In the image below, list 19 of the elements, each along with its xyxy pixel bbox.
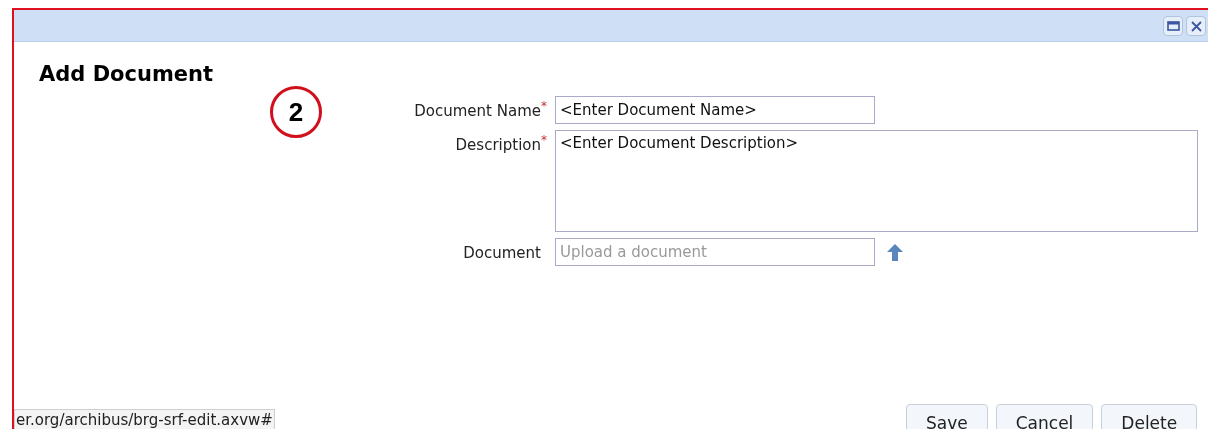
required-mark: * [541, 134, 547, 146]
maximize-icon [1166, 21, 1180, 31]
upload-icon[interactable] [887, 243, 903, 261]
required-mark: * [541, 100, 547, 112]
step-number-annotation: 2 [270, 86, 322, 138]
upload-field[interactable]: Upload a document [555, 238, 875, 266]
field-label: Document [463, 243, 541, 264]
dialog-title: Add Document [39, 61, 213, 88]
close-button[interactable] [1186, 16, 1206, 36]
maximize-button[interactable] [1163, 16, 1183, 36]
field-label: Description [455, 136, 541, 156]
description-field[interactable]: <Enter Document Description> [555, 130, 1198, 232]
text-field[interactable]: <Enter Document Name> [555, 96, 875, 124]
status-url-tooltip: er.org/archibus/brg-srf-edit.axvw# [14, 409, 275, 429]
dialog-button[interactable]: Save [906, 404, 988, 429]
close-icon [1190, 20, 1202, 32]
dialog-button[interactable]: Delete [1101, 404, 1198, 429]
field-label: Document Name [414, 102, 541, 122]
dialog-button[interactable]: Cancel [995, 404, 1094, 429]
